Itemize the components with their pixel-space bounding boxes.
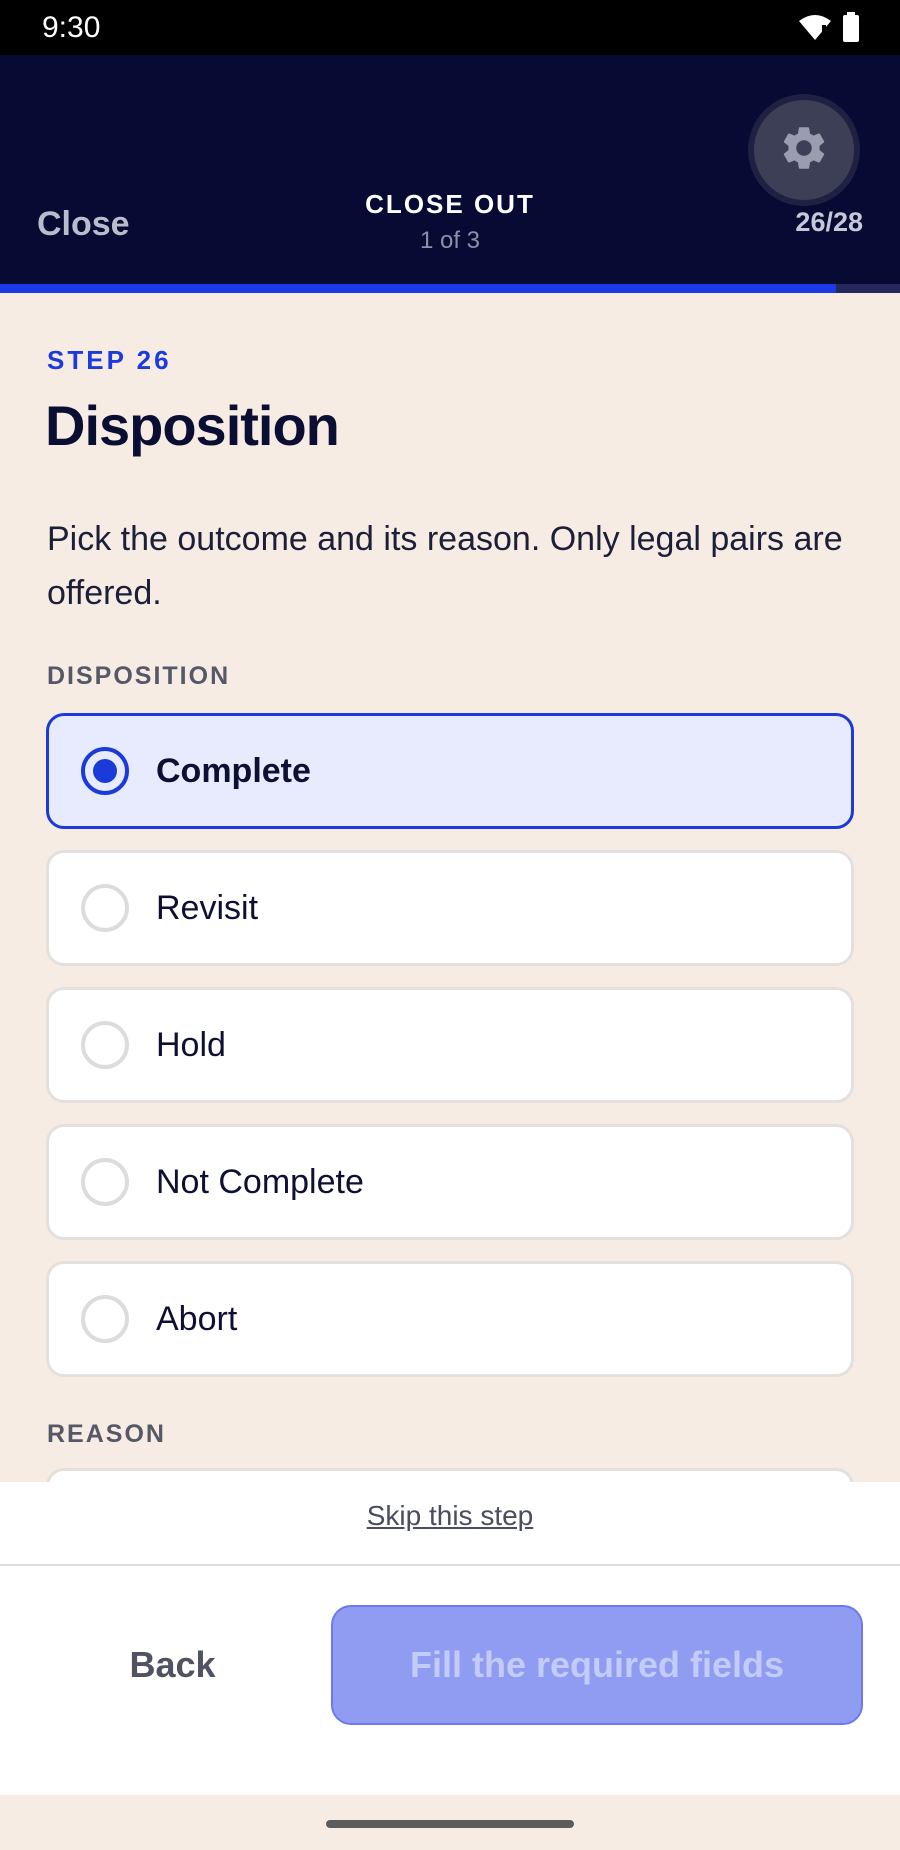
skip-step-link[interactable]: Skip this step xyxy=(0,1500,900,1532)
step-counter: 26/28 xyxy=(795,207,863,237)
step-label: STEP 26 xyxy=(47,345,172,375)
radio-selected-icon xyxy=(81,747,129,795)
option-label: Hold xyxy=(156,1025,226,1064)
back-button[interactable]: Back xyxy=(70,1605,275,1725)
home-indicator[interactable] xyxy=(326,1820,574,1828)
disposition-option-abort[interactable]: Abort xyxy=(46,1261,854,1377)
progress-bar xyxy=(0,284,900,293)
option-label: Complete xyxy=(156,751,311,790)
disposition-option-complete[interactable]: Complete xyxy=(46,713,854,829)
disposition-option-not-complete[interactable]: Not Complete xyxy=(46,1124,854,1240)
disposition-option-hold[interactable]: Hold xyxy=(46,987,854,1103)
status-icons xyxy=(798,12,860,47)
disposition-section-label: DISPOSITION xyxy=(47,662,231,690)
option-label: Revisit xyxy=(156,888,259,927)
radio-unselected-icon xyxy=(81,884,129,932)
header-subtitle: 1 of 3 xyxy=(419,227,481,254)
radio-unselected-icon xyxy=(81,1021,129,1069)
radio-unselected-icon xyxy=(81,1295,129,1343)
step-description: Pick the outcome and its reason. Only le… xyxy=(47,520,843,612)
progress-fill xyxy=(0,284,837,293)
page-title: Disposition xyxy=(45,394,340,457)
wifi-icon xyxy=(798,13,832,46)
reason-section-label: REASON xyxy=(47,1420,166,1448)
status-time: 9:30 xyxy=(42,11,101,44)
option-label: Abort xyxy=(156,1299,238,1338)
gear-icon xyxy=(778,122,830,179)
disposition-option-revisit[interactable]: Revisit xyxy=(46,850,854,966)
option-label: Not Complete xyxy=(156,1162,364,1201)
status-bar: 9:30 xyxy=(0,0,900,55)
divider xyxy=(0,1564,900,1566)
settings-button[interactable] xyxy=(754,100,854,200)
radio-unselected-icon xyxy=(81,1158,129,1206)
battery-icon xyxy=(842,12,860,47)
fill-required-fields-button[interactable]: Fill the required fields xyxy=(331,1605,863,1725)
header-title: CLOSE OUT xyxy=(365,189,535,219)
app-header: Close CLOSE OUT 1 of 3 26/28 xyxy=(0,55,900,293)
